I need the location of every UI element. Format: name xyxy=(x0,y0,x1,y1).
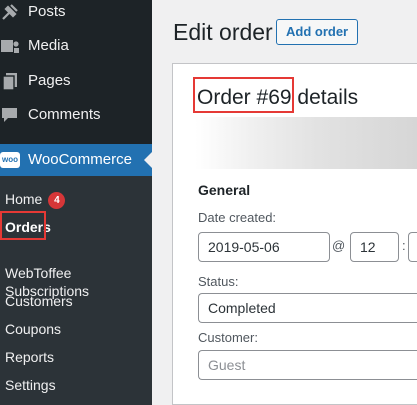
sidebar-item-label: Media xyxy=(28,37,69,54)
pin-icon xyxy=(2,4,18,20)
hour-input[interactable]: 12 xyxy=(350,232,399,262)
page-title: Edit order xyxy=(173,19,273,45)
general-section-heading: General xyxy=(198,182,251,198)
submenu-item-home[interactable]: Home 4 xyxy=(5,190,66,209)
time-separator: : xyxy=(402,238,406,253)
submenu-item-label: Reports xyxy=(5,349,55,365)
sidebar-item-label: Posts xyxy=(28,3,66,20)
sidebar-item-woocommerce[interactable]: woo WooCommerce xyxy=(0,144,152,176)
sidebar-item-comments[interactable]: Comments xyxy=(0,99,152,131)
status-select[interactable]: Completed xyxy=(198,293,417,323)
date-created-input[interactable]: 2019-05-06 xyxy=(198,232,330,262)
submenu-item-customers[interactable]: Customers xyxy=(5,292,73,310)
submenu-item-label: Home xyxy=(5,191,43,207)
date-created-label: Date created: xyxy=(198,210,277,225)
notification-badge: 4 xyxy=(48,192,66,209)
status-label: Status: xyxy=(198,274,239,289)
sidebar-item-label: Comments xyxy=(28,106,101,123)
current-menu-arrow-icon xyxy=(144,152,152,168)
comment-icon xyxy=(2,108,17,122)
sidebar-item-pages[interactable]: Pages xyxy=(0,65,152,97)
submenu-item-label: Coupons xyxy=(5,321,62,337)
sidebar-item-label: WooCommerce xyxy=(28,151,132,168)
submenu-item-settings[interactable]: Settings xyxy=(5,376,56,394)
submenu-item-label: Customers xyxy=(5,293,73,309)
minute-input[interactable] xyxy=(408,232,417,262)
woocommerce-logo-icon: woo xyxy=(0,152,20,168)
admin-sidebar: Posts Media Pages Comments woo WooCommer… xyxy=(0,0,152,405)
submenu-item-label: Settings xyxy=(5,377,56,393)
sidebar-item-label: Pages xyxy=(28,72,71,89)
sidebar-item-posts[interactable]: Posts xyxy=(0,0,152,28)
customer-label: Customer: xyxy=(198,330,258,345)
orders-highlight-box xyxy=(0,211,46,240)
submenu-item-coupons[interactable]: Coupons xyxy=(5,320,61,338)
submenu-item-reports[interactable]: Reports xyxy=(5,348,54,366)
media-icon xyxy=(1,40,19,53)
order-heading-suffix: details xyxy=(297,86,359,109)
at-separator: @ xyxy=(332,238,346,253)
order-number-highlight-box xyxy=(193,77,294,113)
customer-select[interactable]: Guest xyxy=(198,350,417,380)
sidebar-item-media[interactable]: Media xyxy=(0,30,152,62)
add-order-button[interactable]: Add order xyxy=(276,19,359,45)
order-data-panel: Order #69 details General Date created: … xyxy=(172,63,417,405)
order-meta-band xyxy=(195,117,417,169)
pages-icon xyxy=(2,73,17,91)
